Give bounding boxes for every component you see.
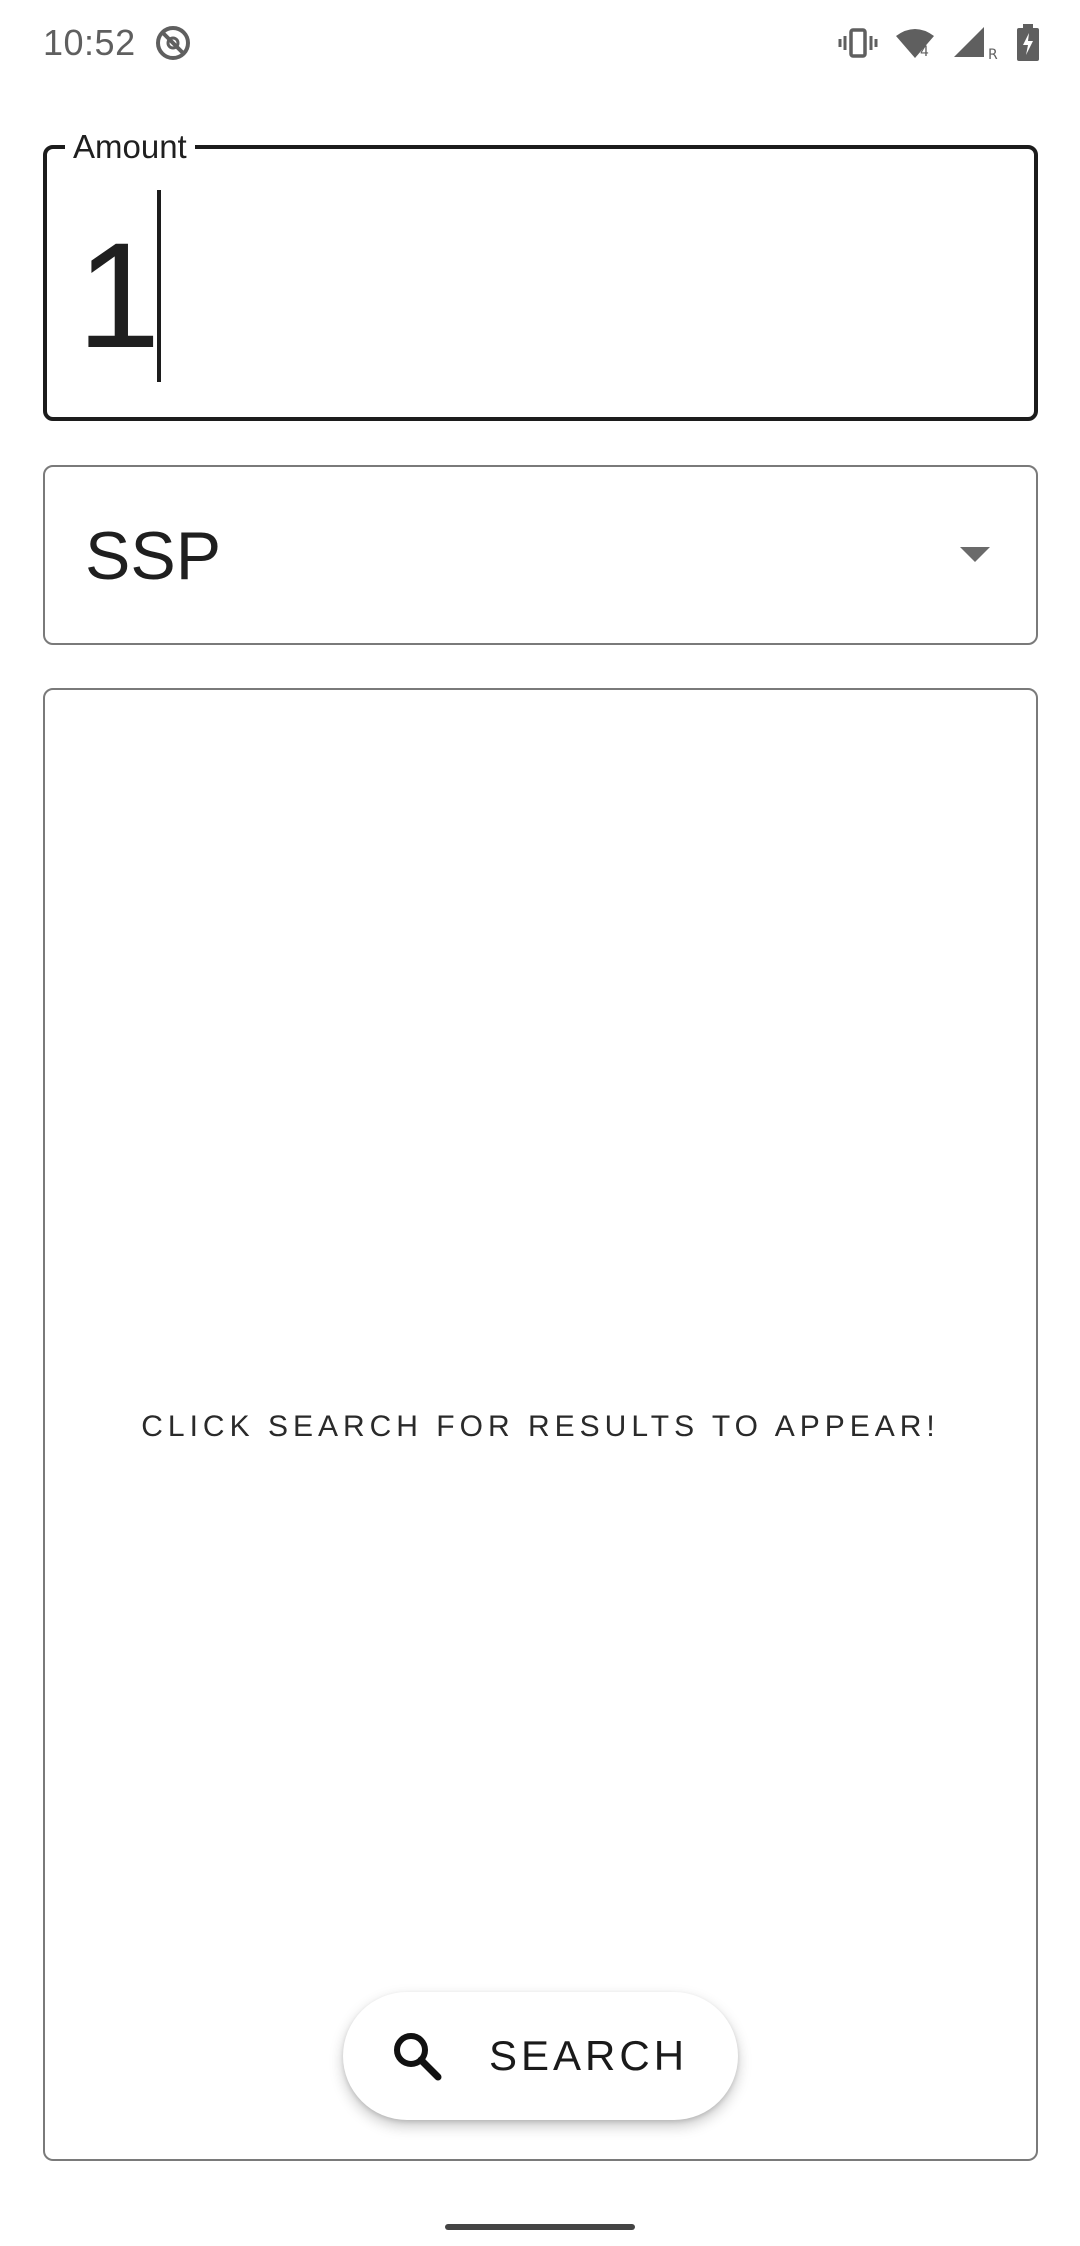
battery-icon xyxy=(1017,24,1039,61)
text-cursor xyxy=(157,190,161,382)
do-not-disturb-icon xyxy=(156,26,190,60)
amount-input[interactable]: 1 xyxy=(77,215,160,375)
currency-selected-value: SSP xyxy=(85,518,222,594)
vibrate-icon xyxy=(838,28,878,58)
amount-label: Amount xyxy=(65,127,195,167)
results-empty-message: CLICK SEARCH FOR RESULTS TO APPEAR! xyxy=(141,1410,940,1443)
amount-field[interactable]: Amount 1 xyxy=(43,127,1038,421)
status-bar: 10:52 4 R xyxy=(0,0,1080,88)
signal-badge: R xyxy=(988,47,998,61)
currency-select[interactable]: SSP xyxy=(43,465,1038,645)
status-icons: 4 R xyxy=(838,22,1040,64)
signal-icon: R xyxy=(954,27,998,61)
dropdown-arrow-icon[interactable] xyxy=(960,547,990,562)
search-icon xyxy=(394,2033,442,2081)
results-panel: CLICK SEARCH FOR RESULTS TO APPEAR! xyxy=(43,688,1038,2161)
status-time: 10:52 xyxy=(43,22,136,63)
search-button-label: SEARCH xyxy=(489,2032,689,2079)
wifi-badge: 4 xyxy=(920,44,929,60)
gesture-nav-handle[interactable] xyxy=(445,2224,635,2230)
search-button[interactable]: SEARCH xyxy=(343,1992,738,2120)
wifi-icon: 4 xyxy=(896,29,934,60)
